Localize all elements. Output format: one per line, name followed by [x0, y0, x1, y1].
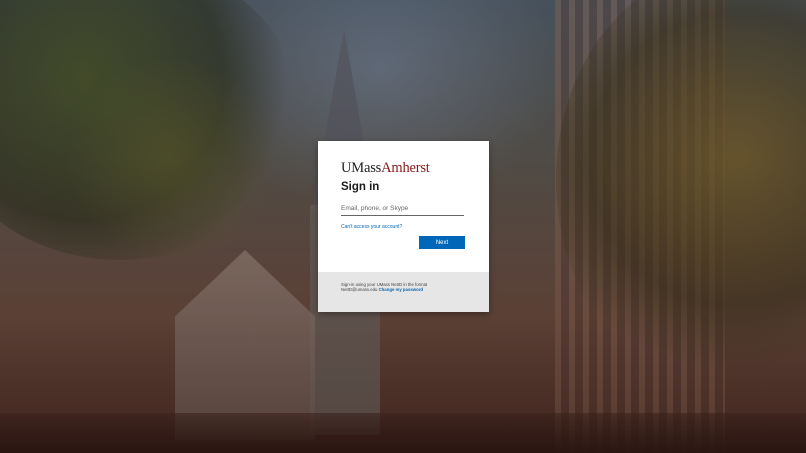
logo-amherst-text: Amherst — [381, 160, 430, 176]
umass-amherst-logo: UMassAmherst — [341, 160, 465, 177]
cant-access-account-link[interactable]: Can't access your account? — [341, 224, 465, 230]
signin-form: UMassAmherst Sign in Can't access your a… — [318, 141, 489, 254]
signin-title: Sign in — [341, 181, 380, 193]
email-input[interactable] — [341, 205, 464, 216]
signin-card: UMassAmherst Sign in Can't access your a… — [318, 141, 489, 312]
change-password-link[interactable]: Change my password — [379, 287, 423, 292]
next-button[interactable]: Next — [419, 236, 465, 249]
signin-footer: Sign-in using your UMass NetID in the fo… — [318, 272, 489, 312]
footer-hint-line2: NetID@umass.edu Change my password — [341, 287, 466, 292]
footer-netid-format: NetID@umass.edu — [341, 287, 378, 293]
logo-umass-text: UMass — [341, 160, 382, 176]
